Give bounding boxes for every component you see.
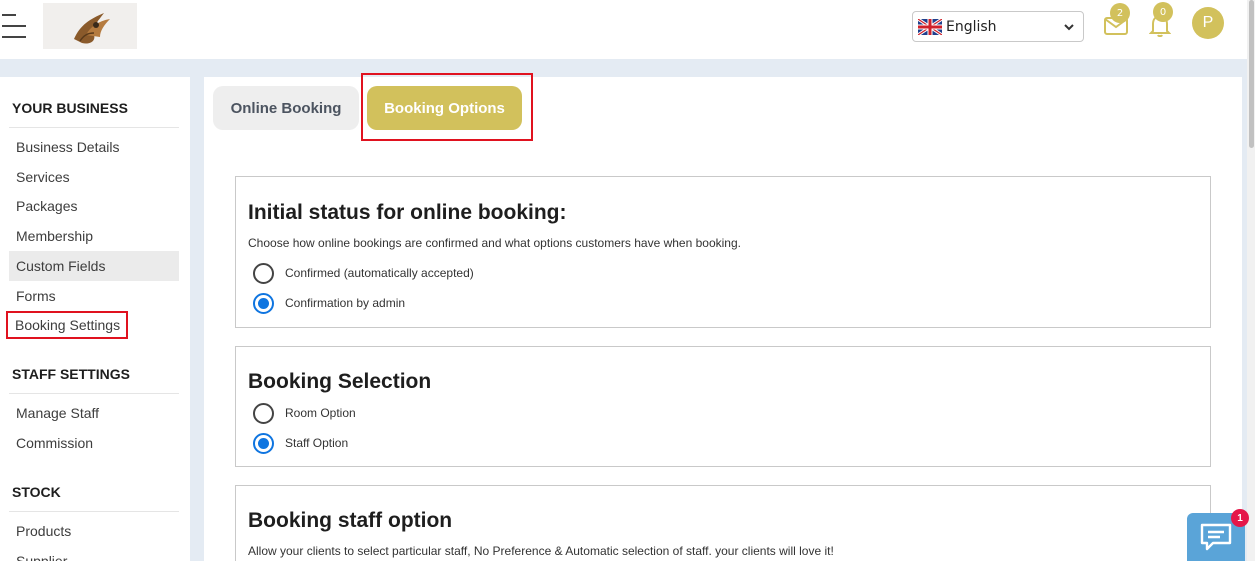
card-title: Booking staff option — [248, 509, 453, 532]
user-avatar[interactable]: P — [1192, 7, 1224, 39]
radio-label: Confirmation by admin — [285, 296, 406, 310]
sidebar-item-packages[interactable]: Packages — [9, 191, 179, 221]
divider — [9, 511, 179, 512]
mail-count-badge: 2 — [1110, 3, 1130, 23]
booking-selection-card: Booking Selection Room Option Staff Opti… — [235, 346, 1211, 467]
section-title-staff-settings: STAFF SETTINGS — [12, 366, 130, 382]
top-bar: English 2 0 P — [0, 0, 1255, 59]
tab-online-booking[interactable]: Online Booking — [213, 86, 359, 130]
sidebar-item-commission[interactable]: Commission — [9, 428, 179, 458]
card-title: Booking Selection — [248, 370, 432, 393]
language-select[interactable]: English — [912, 11, 1084, 42]
initial-status-card: Initial status for online booking: Choos… — [235, 176, 1211, 328]
uk-flag-icon — [918, 18, 942, 35]
radio-staff-option[interactable]: Staff Option — [253, 432, 348, 454]
hair-salon-logo-icon — [74, 13, 110, 44]
business-logo[interactable] — [43, 3, 137, 49]
sidebar-item-membership[interactable]: Membership — [9, 221, 179, 251]
radio-button-checked[interactable] — [253, 432, 274, 454]
chat-icon — [1200, 523, 1232, 551]
radio-button-checked[interactable] — [253, 292, 274, 314]
section-title-your-business: YOUR BUSINESS — [12, 100, 128, 116]
hamburger-menu-icon[interactable] — [2, 14, 28, 38]
page-scrollbar-thumb[interactable] — [1249, 0, 1254, 148]
radio-confirmation-by-admin[interactable]: Confirmation by admin — [253, 292, 405, 314]
section-title-stock: STOCK — [12, 484, 61, 500]
sidebar-item-services[interactable]: Services — [9, 162, 179, 192]
radio-label: Confirmed (automatically accepted) — [285, 266, 474, 280]
main-content: Online Booking Booking Options Initial s… — [204, 73, 1242, 561]
sidebar-item-booking-settings[interactable]: Booking Settings — [6, 310, 179, 340]
radio-room-option[interactable]: Room Option — [253, 402, 356, 424]
sidebar-item-custom-fields[interactable]: Custom Fields — [9, 251, 179, 281]
divider — [9, 393, 179, 394]
radio-button[interactable] — [253, 262, 274, 284]
radio-label: Staff Option — [285, 436, 349, 450]
sidebar-item-supplier[interactable]: Supplier — [9, 546, 179, 561]
sidebar-item-manage-staff[interactable]: Manage Staff — [9, 398, 179, 428]
sidebar-item-business-details[interactable]: Business Details — [9, 132, 179, 162]
booking-staff-option-card: Booking staff option Allow your clients … — [235, 485, 1211, 561]
tab-booking-options[interactable]: Booking Options — [367, 86, 522, 130]
sidebar-item-forms[interactable]: Forms — [9, 281, 179, 311]
chevron-down-icon — [1064, 24, 1074, 31]
chat-unread-badge: 1 — [1231, 509, 1249, 527]
card-title: Initial status for online booking: — [248, 201, 567, 224]
language-label: English — [946, 18, 997, 35]
radio-button[interactable] — [253, 402, 274, 424]
radio-label: Room Option — [285, 406, 356, 420]
radio-confirmed-automatic[interactable]: Confirmed (automatically accepted) — [253, 262, 474, 284]
sidebar-item-products[interactable]: Products — [9, 516, 179, 546]
card-description: Choose how online bookings are confirmed… — [248, 236, 741, 250]
settings-sidebar: YOUR BUSINESS Business Details Services … — [0, 77, 190, 561]
notification-count-badge: 0 — [1153, 2, 1173, 22]
sidebar-item-booking-settings-label: Booking Settings — [6, 311, 129, 339]
card-description: Allow your clients to select particular … — [248, 544, 834, 558]
divider — [9, 127, 179, 128]
